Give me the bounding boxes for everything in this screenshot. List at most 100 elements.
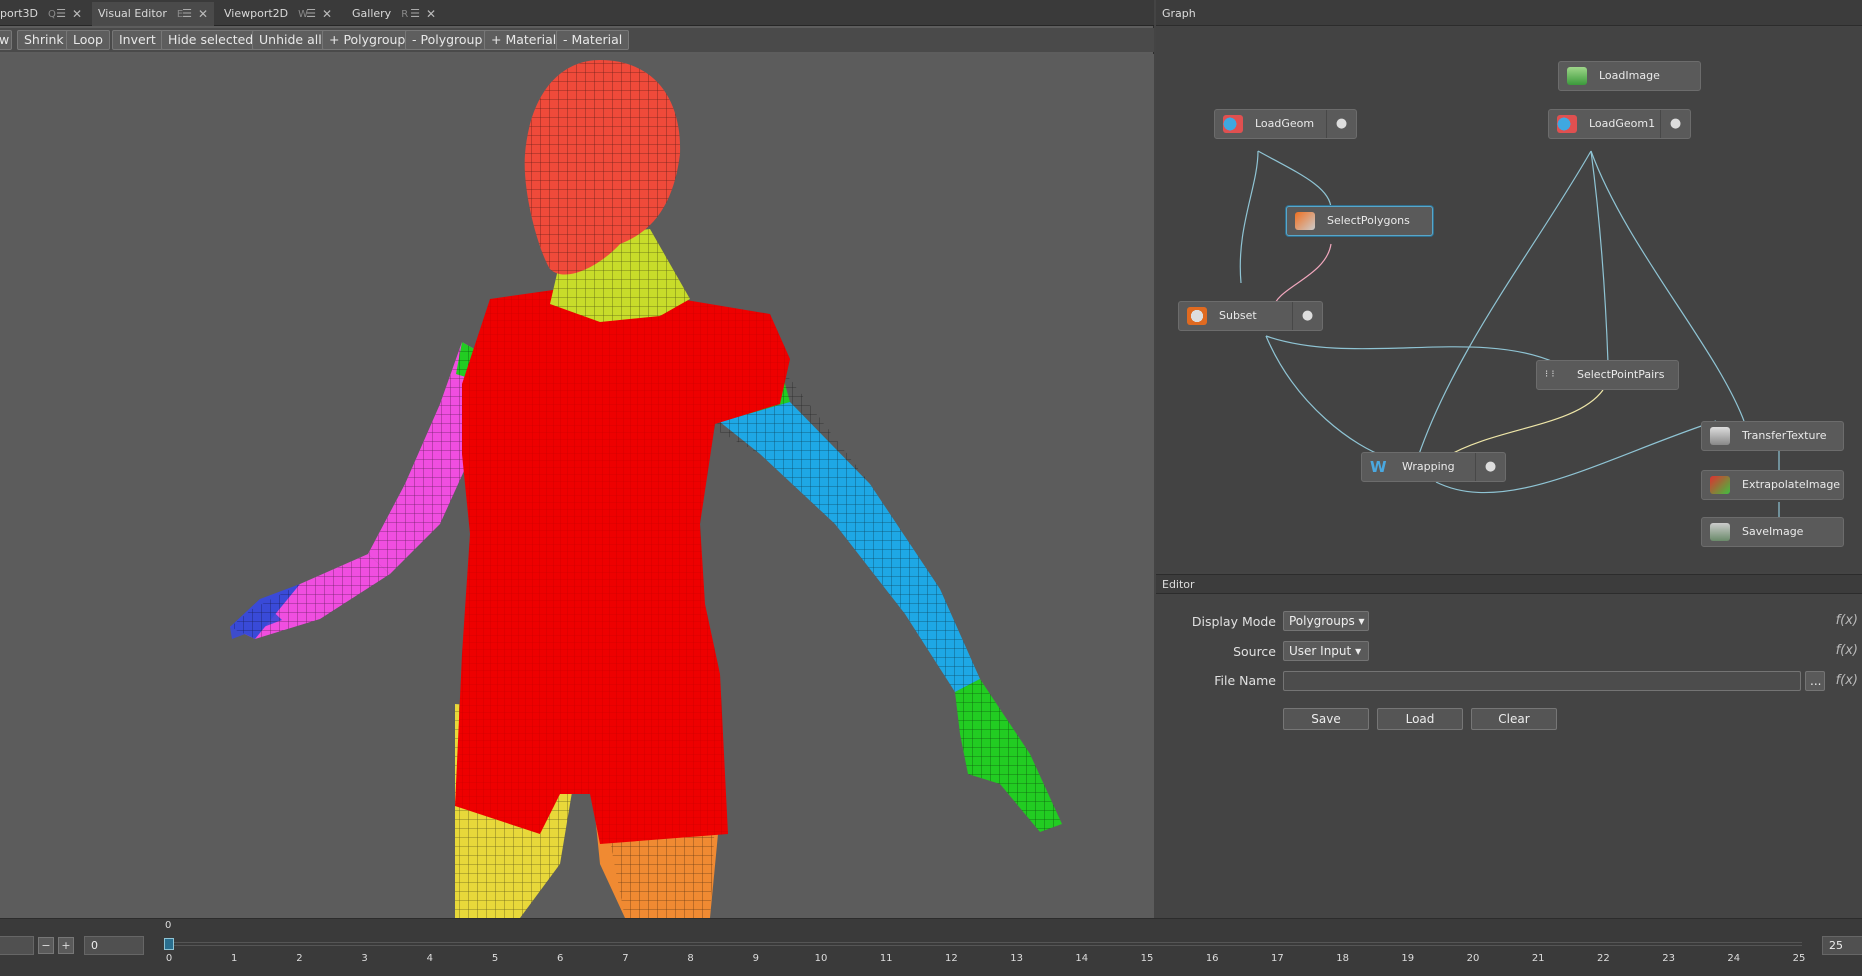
display-mode-fx-icon[interactable]: f(x): [1836, 613, 1858, 628]
timeline-tick-label: 10: [814, 953, 828, 964]
node-transfertexture[interactable]: TransferTexture: [1701, 421, 1844, 451]
node-saveimage[interactable]: SaveImage: [1701, 517, 1844, 547]
node-loadgeom[interactable]: LoadGeom ●: [1214, 109, 1357, 139]
timeline-track[interactable]: [166, 942, 1802, 946]
close-icon[interactable]: ✕: [322, 2, 332, 26]
node-label: SelectPointPairs: [1577, 368, 1665, 381]
node-label: ExtrapolateImage: [1742, 478, 1841, 491]
tab-gallery[interactable]: Gallery R ☰ ✕: [346, 2, 442, 26]
right-arm-mesh: [695, 366, 1062, 832]
invert-button[interactable]: Invert: [112, 30, 163, 50]
timeline-start-field[interactable]: [0, 936, 34, 955]
hide-selected-button[interactable]: Hide selected: [161, 30, 261, 50]
tab-label: Gallery: [352, 7, 392, 20]
node-selectpolygons[interactable]: SelectPolygons: [1286, 206, 1433, 236]
increment-button[interactable]: +: [58, 937, 74, 954]
left-arm-mesh: [230, 342, 492, 639]
timeline-tick-label: 6: [557, 953, 564, 964]
menu-icon[interactable]: ☰: [182, 2, 192, 26]
loop-button[interactable]: Loop: [66, 30, 110, 50]
browse-button[interactable]: ...: [1805, 671, 1825, 691]
timeline-tick-label: 12: [945, 953, 958, 964]
timeline-tick-label: 21: [1531, 953, 1545, 964]
viewport-pane: port3D Q ☰ ✕ Visual Editor E ☰ ✕ Viewport2D W ☰ ✕…: [0, 0, 1154, 918]
node-label: SaveImage: [1742, 525, 1804, 538]
node-wrapping[interactable]: W Wrapping ●: [1361, 452, 1506, 482]
extrapolate-icon: [1710, 476, 1730, 494]
point-pairs-icon: ⁝ ⁝: [1545, 366, 1565, 384]
save-image-icon: [1710, 523, 1730, 541]
node-extrapolateimage[interactable]: ExtrapolateImage: [1701, 470, 1844, 500]
tab-label: Visual Editor: [98, 7, 167, 20]
timeline-tick-label: 19: [1401, 953, 1415, 964]
chevron-down-icon: ▾: [1358, 614, 1365, 628]
file-name-fx-icon[interactable]: f(x): [1836, 673, 1858, 688]
node-label: Wrapping: [1402, 460, 1455, 473]
remove-polygroup-button[interactable]: - Polygroup: [405, 30, 490, 50]
source-label: Source: [1233, 644, 1276, 659]
geometry-icon: [1557, 115, 1577, 133]
transfer-texture-icon: [1710, 427, 1730, 445]
node-subset[interactable]: Subset ●: [1178, 301, 1323, 331]
node-selectpointpairs[interactable]: ⁝ ⁝ SelectPointPairs: [1536, 360, 1679, 390]
tab-viewport2d[interactable]: Viewport2D W ☰ ✕: [218, 2, 338, 26]
editor-panel: Display Mode Polygroups ▾ f(x) Source Us…: [1156, 595, 1862, 918]
lightbulb-icon[interactable]: ●: [1292, 302, 1322, 330]
lightbulb-icon[interactable]: ●: [1475, 453, 1505, 481]
close-icon[interactable]: ✕: [426, 2, 436, 26]
timeline-tick-label: 25: [1792, 953, 1806, 964]
node-graph[interactable]: LoadImage LoadGeom ● LoadGeom1 ● SelectPol…: [1156, 27, 1862, 572]
shrink-button[interactable]: Shrink: [17, 30, 71, 50]
node-loadgeom1[interactable]: LoadGeom1 ●: [1548, 109, 1691, 139]
app-window: port3D Q ☰ ✕ Visual Editor E ☰ ✕ Viewport2D W ☰ ✕…: [0, 0, 1862, 976]
timeline-tick-label: 1: [231, 953, 238, 964]
timeline-tick-label: 7: [622, 953, 629, 964]
add-material-button[interactable]: + Material: [484, 30, 564, 50]
timeline-tick-label: 24: [1727, 953, 1741, 964]
close-icon[interactable]: ✕: [72, 2, 82, 26]
clear-button[interactable]: Clear: [1471, 708, 1557, 730]
timeline-tick-label: 3: [361, 953, 368, 964]
3d-viewport[interactable]: [0, 54, 1154, 918]
timeline-tick-label: 20: [1466, 953, 1480, 964]
menu-icon[interactable]: ☰: [306, 2, 316, 26]
source-fx-icon[interactable]: f(x): [1836, 643, 1858, 658]
decrement-button[interactable]: −: [38, 937, 54, 954]
timeline-tick-label: 18: [1336, 953, 1349, 964]
playhead-handle[interactable]: [164, 938, 174, 950]
lightbulb-icon[interactable]: ●: [1326, 110, 1356, 138]
geometry-icon: [1223, 115, 1243, 133]
editor-panel-title: Editor: [1156, 574, 1862, 594]
source-dropdown[interactable]: User Input ▾: [1283, 641, 1369, 661]
timeline-tick-label: 16: [1205, 953, 1219, 964]
lightbulb-icon[interactable]: ●: [1660, 110, 1690, 138]
image-icon: [1567, 67, 1587, 85]
current-frame-field[interactable]: 0: [84, 936, 144, 955]
unhide-all-button[interactable]: Unhide all: [252, 30, 329, 50]
file-name-field[interactable]: [1283, 671, 1801, 691]
subset-icon: [1187, 307, 1207, 325]
wrapping-icon: W: [1370, 458, 1387, 476]
tab-viewport3d[interactable]: port3D Q ☰ ✕: [0, 2, 88, 26]
remove-material-button[interactable]: - Material: [556, 30, 630, 50]
tab-bar: port3D Q ☰ ✕ Visual Editor E ☰ ✕ Viewport2D W ☰ ✕…: [0, 0, 1154, 26]
graph-panel-title: Graph: [1156, 0, 1862, 26]
display-mode-dropdown[interactable]: Polygroups ▾: [1283, 611, 1369, 631]
node-label: SelectPolygons: [1327, 214, 1410, 227]
menu-icon[interactable]: ☰: [410, 2, 420, 26]
node-loadimage[interactable]: LoadImage: [1558, 61, 1701, 91]
selection-toolbar: w Shrink Loop Invert Hide selected Unhid…: [0, 28, 1154, 52]
end-frame-field[interactable]: 25: [1822, 936, 1862, 955]
playhead-label: 0: [165, 920, 172, 931]
load-button[interactable]: Load: [1377, 708, 1463, 730]
tab-visual-editor[interactable]: Visual Editor E ☰ ✕: [92, 2, 214, 26]
grow-button[interactable]: w: [0, 30, 12, 50]
tab-shortcut: Q: [48, 9, 56, 20]
menu-icon[interactable]: ☰: [56, 2, 66, 26]
timeline-tick-label: 14: [1075, 953, 1089, 964]
node-label: LoadGeom: [1255, 117, 1315, 130]
save-button[interactable]: Save: [1283, 708, 1369, 730]
tab-shortcut: R: [401, 9, 409, 20]
add-polygroup-button[interactable]: + Polygroup: [322, 30, 413, 50]
close-icon[interactable]: ✕: [198, 2, 208, 26]
